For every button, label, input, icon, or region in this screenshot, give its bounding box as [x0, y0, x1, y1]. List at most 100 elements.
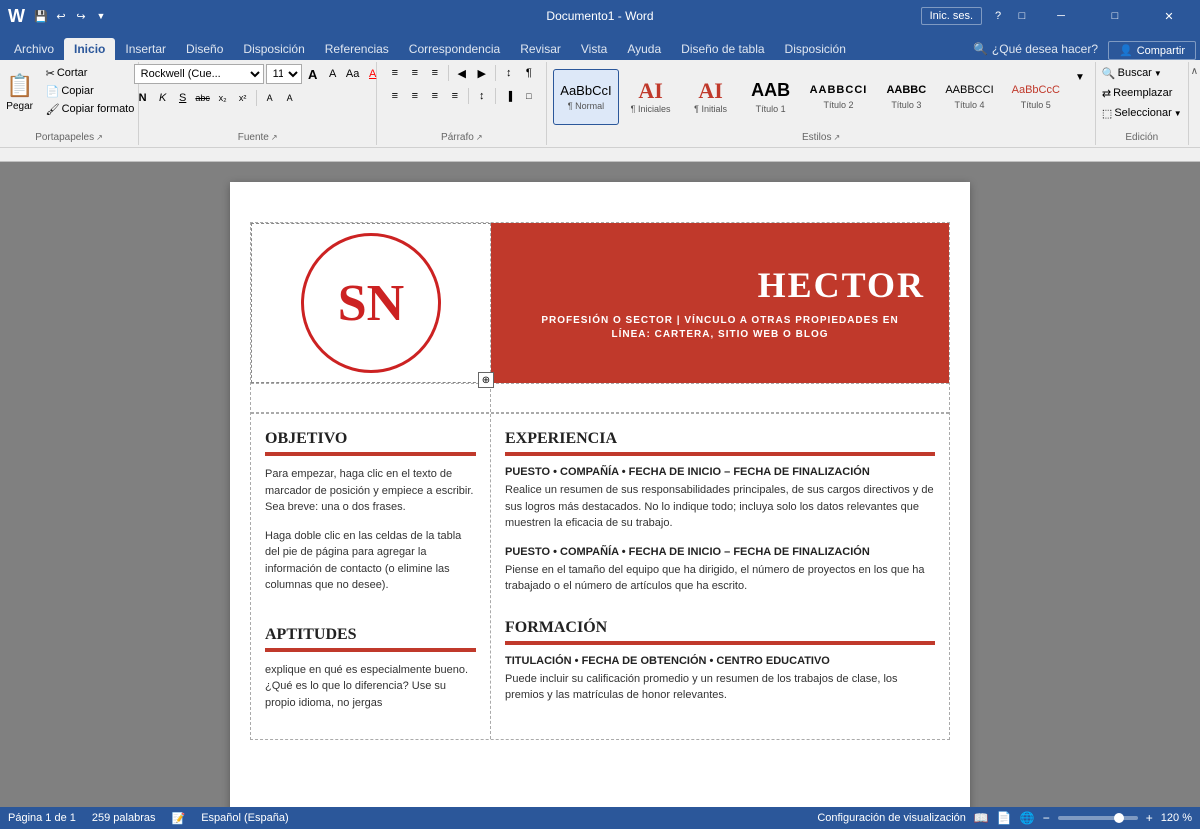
style-titulo1[interactable]: AAB Título 1 — [743, 69, 799, 125]
sign-in-button[interactable]: Inic. ses. — [921, 7, 982, 25]
zoom-level[interactable]: 120 % — [1161, 812, 1192, 824]
print-view-icon[interactable]: 📄 — [997, 811, 1012, 825]
ribbon-collapse[interactable]: ∧ — [1189, 62, 1200, 145]
italic-button[interactable]: K — [154, 89, 172, 107]
shading-button[interactable]: ▐ — [500, 87, 518, 105]
styles-more-button[interactable]: ▼ — [1071, 68, 1089, 86]
tab-inicio[interactable]: Inicio — [64, 38, 115, 60]
strikethrough-button[interactable]: abc — [194, 89, 212, 107]
indent-more-button[interactable]: ▶ — [473, 64, 491, 82]
share-button[interactable]: 👤 Compartir — [1108, 41, 1196, 60]
highlight-button[interactable]: A — [261, 89, 279, 107]
avatar-circle: SN — [301, 233, 441, 373]
tab-diseno-tabla[interactable]: Diseño de tabla — [671, 38, 774, 60]
word-icon[interactable]: W — [8, 6, 25, 27]
ribbon: 📋 Pegar ✂ Cortar 📄 Copiar 🖌 Copiar forma… — [0, 60, 1200, 148]
maximize-button[interactable]: □ — [1092, 0, 1138, 32]
font-grow-button[interactable]: A — [304, 65, 322, 83]
word-count: 259 palabras — [92, 812, 156, 824]
style-titulo5[interactable]: AaBbCcC Título 5 — [1005, 69, 1067, 125]
align-center-button[interactable]: ≡ — [406, 87, 424, 105]
borders-button[interactable]: □ — [520, 87, 538, 105]
styles-expand-icon[interactable]: ↗ — [833, 133, 840, 142]
line-spacing-button[interactable]: ↕ — [473, 87, 491, 105]
customize-icon[interactable]: ▼ — [93, 8, 109, 24]
tab-insertar[interactable]: Insertar — [115, 38, 176, 60]
table-move-handle[interactable]: ⊕ — [478, 372, 494, 388]
web-view-icon[interactable]: 🌐 — [1020, 811, 1035, 825]
numbering-button[interactable]: ≡ — [406, 64, 424, 82]
zoom-in-icon[interactable]: + — [1146, 811, 1153, 825]
language-icon: 📝 — [172, 812, 186, 825]
tab-archivo[interactable]: Archivo — [4, 38, 64, 60]
font-size-select[interactable]: 11 — [266, 64, 302, 84]
sort-button[interactable]: ↕ — [500, 64, 518, 82]
style-iniciales[interactable]: AI ¶ Iniciales — [623, 69, 679, 125]
replace-icon: ⇄ — [1102, 87, 1111, 100]
select-button[interactable]: ⬚ Seleccionar ▼ — [1098, 104, 1186, 122]
style-titulo3-label: Título 3 — [891, 100, 921, 110]
show-marks-button[interactable]: ¶ — [520, 64, 538, 82]
bullets-button[interactable]: ≡ — [386, 64, 404, 82]
font-family-select[interactable]: Rockwell (Cue... — [134, 64, 264, 84]
style-titulo2-label: Título 2 — [823, 100, 853, 110]
status-bar-right: Configuración de visualización 📖 📄 🌐 − +… — [817, 811, 1192, 825]
style-normal-preview: AaBbCcI — [560, 83, 611, 99]
underline-button[interactable]: S — [174, 89, 192, 107]
style-titulo4[interactable]: AABBCCI Título 4 — [938, 69, 1000, 125]
clipboard-col: ✂ Cortar 📄 Copiar 🖌 Copiar formato — [42, 64, 139, 118]
subscript-button[interactable]: x₂ — [214, 89, 232, 107]
copy-button[interactable]: 📄 Copiar — [42, 82, 139, 100]
tab-vista[interactable]: Vista — [571, 38, 617, 60]
tab-correspondencia[interactable]: Correspondencia — [399, 38, 510, 60]
tab-referencias[interactable]: Referencias — [315, 38, 399, 60]
font-case-button[interactable]: Aa — [344, 65, 362, 83]
minimize-button[interactable]: ─ — [1038, 0, 1084, 32]
tab-ayuda[interactable]: Ayuda — [617, 38, 671, 60]
help-icon[interactable]: ? — [990, 8, 1006, 24]
paragraph-expand-icon[interactable]: ↗ — [476, 133, 483, 142]
redo-icon[interactable]: ↪ — [73, 8, 89, 24]
clipboard-label: Portapapeles ↗ — [6, 130, 132, 143]
ribbon-display-icon[interactable]: □ — [1014, 8, 1030, 24]
view-config-label[interactable]: Configuración de visualización — [817, 812, 966, 824]
font-shrink-button[interactable]: A — [324, 65, 342, 83]
save-icon[interactable]: 💾 — [33, 8, 49, 24]
tab-disposicion2[interactable]: Disposición — [775, 38, 856, 60]
font-expand-icon[interactable]: ↗ — [271, 133, 278, 142]
resume-table[interactable]: SN HECTOR PROFESIÓN O SECTOR | VÍNCULO A… — [250, 222, 950, 740]
close-button[interactable]: ✕ — [1146, 0, 1192, 32]
clipboard-expand-icon[interactable]: ↗ — [96, 133, 103, 142]
title-bar: W 💾 ↩ ↪ ▼ Documento1 - Word Inic. ses. ?… — [0, 0, 1200, 32]
justify-button[interactable]: ≡ — [446, 87, 464, 105]
bold-button[interactable]: N — [134, 89, 152, 107]
divider5 — [495, 88, 496, 104]
superscript-button[interactable]: x² — [234, 89, 252, 107]
indent-less-button[interactable]: ◀ — [453, 64, 471, 82]
cut-button[interactable]: ✂ Cortar — [42, 64, 139, 82]
style-titulo2[interactable]: AABBCCI Título 2 — [803, 69, 875, 125]
search-button[interactable]: 🔍 Buscar ▼ — [1098, 64, 1166, 82]
align-right-button[interactable]: ≡ — [426, 87, 444, 105]
paste-button[interactable]: 📋 Pegar — [0, 64, 40, 120]
right-column: EXPERIENCIA PUESTO • COMPAÑÍA • FECHA DE… — [491, 414, 949, 739]
zoom-slider[interactable] — [1058, 816, 1138, 820]
undo-icon[interactable]: ↩ — [53, 8, 69, 24]
document-area[interactable]: ⊕ SN HECTOR PROFESIÓN O SECTOR | VÍNCULO… — [0, 162, 1200, 807]
tab-diseno[interactable]: Diseño — [176, 38, 233, 60]
replace-button[interactable]: ⇄ Reemplazar — [1098, 84, 1177, 102]
cut-icon: ✂ — [46, 67, 55, 80]
search-tab[interactable]: 🔍 ¿Qué desea hacer? — [963, 38, 1108, 60]
zoom-out-icon[interactable]: − — [1043, 811, 1050, 825]
multilevel-button[interactable]: ≡ — [426, 64, 444, 82]
style-initials[interactable]: AI ¶ Initials — [683, 69, 739, 125]
format-painter-button[interactable]: 🖌 Copiar formato — [42, 100, 139, 118]
font-color-button[interactable]: A — [281, 89, 299, 107]
read-view-icon[interactable]: 📖 — [974, 811, 989, 825]
align-left-button[interactable]: ≡ — [386, 87, 404, 105]
tab-disposicion[interactable]: Disposición — [233, 38, 314, 60]
font-group: Rockwell (Cue... 11 A A Aa A N K S abc x… — [139, 62, 377, 145]
tab-revisar[interactable]: Revisar — [510, 38, 571, 60]
style-titulo3[interactable]: AABBC Título 3 — [878, 69, 934, 125]
style-normal[interactable]: AaBbCcI ¶ Normal — [553, 69, 618, 125]
